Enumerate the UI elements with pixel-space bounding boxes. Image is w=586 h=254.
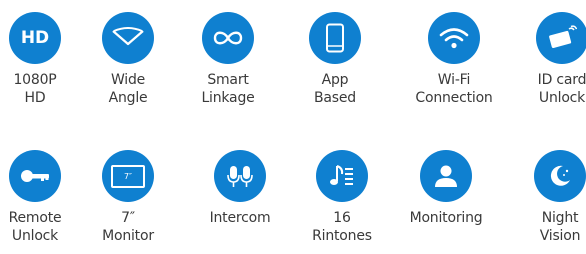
feature-label: 7″ Monitor	[102, 210, 154, 244]
microphone-icon	[227, 166, 253, 187]
wifi-badge	[428, 12, 480, 64]
user-icon	[435, 165, 457, 187]
feature-label: Monitoring	[409, 210, 483, 226]
key-icon	[21, 170, 49, 182]
feature-label: Wide Angle	[108, 72, 148, 106]
monitor-badge: 7″	[102, 150, 154, 202]
moon-icon	[550, 165, 570, 186]
infinity-link-icon	[213, 31, 243, 45]
feature-wide-angle: Wide Angle	[73, 12, 183, 107]
feature-monitoring: Monitoring	[391, 150, 501, 227]
feature-wifi-connection: Wi-Fi Connection	[399, 12, 509, 107]
feature-label: Night Vision	[539, 210, 581, 244]
monitor-icon: 7″	[111, 164, 145, 188]
feature-night-vision: Night Vision	[505, 150, 586, 245]
hd-badge: HD	[9, 12, 61, 64]
feature-intercom: Intercom	[185, 150, 295, 227]
app-based-badge	[309, 12, 361, 64]
ringtones-badge	[316, 150, 368, 202]
hd-icon: HD	[20, 28, 50, 48]
feature-label: Wi-Fi Connection	[415, 72, 493, 106]
feature-id-card-unlock: ID card Unlock	[507, 12, 586, 107]
night-vision-badge	[534, 150, 586, 202]
smartphone-icon	[326, 23, 344, 53]
smart-linkage-badge	[202, 12, 254, 64]
feature-label: ID card Unlock	[537, 72, 586, 106]
feature-label: 16 Rintones	[312, 210, 372, 244]
feature-label: App Based	[314, 72, 356, 106]
feature-app-based: App Based	[280, 12, 390, 107]
feature-label: Smart Linkage	[201, 72, 255, 106]
feature-16-ringtones: 16 Rintones	[287, 150, 397, 245]
monitoring-badge	[420, 150, 472, 202]
wide-angle-badge	[102, 12, 154, 64]
feature-label: Intercom	[209, 210, 271, 226]
id-card-badge	[536, 12, 586, 64]
feature-7-monitor: 7″ 7″ Monitor	[73, 150, 183, 245]
wide-angle-icon	[112, 27, 144, 46]
id-card-icon	[549, 25, 577, 49]
wifi-icon	[439, 28, 469, 49]
intercom-badge	[214, 150, 266, 202]
music-note-icon	[330, 165, 353, 185]
feature-smart-linkage: Smart Linkage	[173, 12, 283, 107]
remote-unlock-badge	[9, 150, 61, 202]
monitor-size-text: 7″	[123, 171, 133, 181]
